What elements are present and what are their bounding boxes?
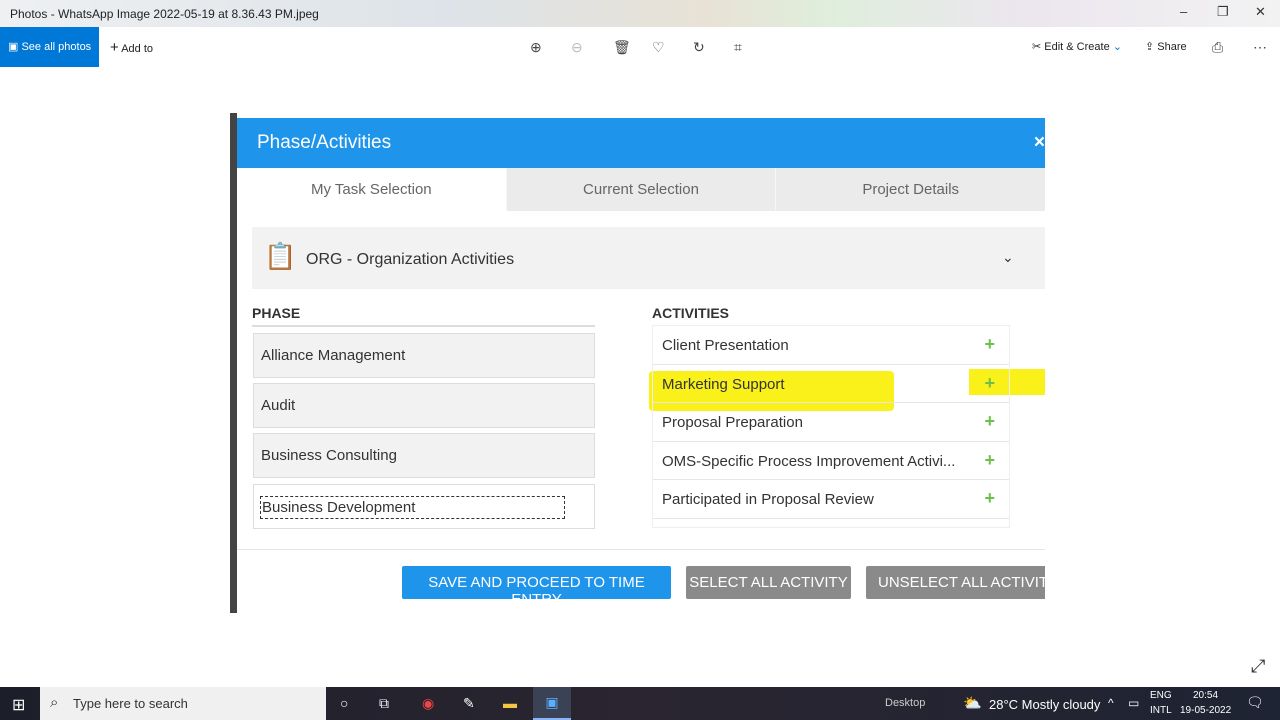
close-icon[interactable]: ✕ [1255, 4, 1266, 20]
activities-heading: ACTIVITIES [652, 305, 730, 321]
share-icon: ⇪ [1145, 41, 1155, 53]
see-all-photos-button[interactable]: ▣ See all photos [0, 27, 99, 67]
heart-icon[interactable]: ♡ [652, 39, 665, 56]
maximize-icon[interactable]: ❐ [1217, 4, 1229, 20]
tab-my-task-selection[interactable]: My Task Selection [237, 168, 506, 211]
activity-label: Participated in Proposal Review [662, 491, 874, 508]
search-placeholder: Type here to search [73, 696, 188, 711]
desktop-toolbar[interactable]: Desktop [885, 697, 925, 709]
plus-icon[interactable]: + [984, 411, 995, 432]
zoom-in-icon[interactable]: ⊕ [530, 39, 542, 56]
language-indicator-layout[interactable]: INTL [1150, 705, 1172, 716]
activity-row[interactable]: Participated in Proposal Review + [653, 480, 1009, 519]
photo-dialog: Phase/Activities × My Task Selection Cur… [230, 113, 1045, 613]
weather-cloud-icon: ⛅ [963, 695, 982, 712]
photos-app-icon[interactable]: ▣ [533, 687, 571, 720]
edit-icon: ✂ [1032, 41, 1042, 53]
plus-icon[interactable]: + [984, 373, 995, 394]
tab-current-selection[interactable]: Current Selection [505, 168, 776, 211]
activity-row[interactable]: OMS-Specific Process Improvement Activi.… [653, 442, 1009, 480]
task-view-icon[interactable]: ⧉ [379, 695, 389, 712]
tab-project-details[interactable]: Project Details [775, 168, 1045, 211]
fullscreen-icon[interactable]: ⤢ [1251, 656, 1265, 677]
project-name: ORG - Organization Activities [306, 251, 515, 268]
edit-create-label: Edit & Create [1044, 41, 1110, 53]
phase-item-selected[interactable]: Business Development [253, 484, 595, 529]
plus-icon[interactable]: + [984, 334, 995, 355]
divider [237, 549, 1045, 550]
weather-text[interactable]: 28°C Mostly cloudy [989, 697, 1100, 712]
select-all-button[interactable]: SELECT ALL ACTIVITY [686, 566, 851, 599]
chrome-icon[interactable]: ◉ [422, 695, 434, 712]
delete-icon[interactable]: 🗑 [613, 39, 631, 56]
dialog-header: Phase/Activities × [237, 118, 1045, 168]
cortana-icon[interactable]: ○ [340, 695, 348, 711]
battery-icon[interactable]: ▭ [1128, 696, 1139, 710]
add-to-label: Add to [121, 43, 154, 55]
chevron-up-icon[interactable]: ^ [1108, 696, 1114, 710]
project-dropdown[interactable]: 📋 ORG - Organization Activities ⌄ [252, 227, 1045, 289]
photos-toolbar: ▣ See all photos + Add to ⊕ ⊖ 🗑 ♡ ↻ ⌗ ✂ … [0, 27, 1280, 67]
phase-item[interactable]: Audit [253, 383, 595, 428]
edit-create-button[interactable]: ✂ Edit & Create ⌄ [1032, 40, 1122, 53]
app-icon[interactable]: ✎ [463, 695, 475, 712]
unselect-all-button[interactable]: UNSELECT ALL ACTIVITY [866, 566, 1045, 599]
activity-row[interactable]: Proposal Preparation + [653, 403, 1009, 442]
print-icon[interactable]: ⎙ [1212, 39, 1223, 56]
language-indicator[interactable]: ENG [1150, 690, 1172, 701]
zoom-out-icon[interactable]: ⊖ [571, 39, 583, 56]
crop-icon[interactable]: ⌗ [734, 39, 742, 56]
activities-list: Client Presentation + Marketing Support + … [652, 325, 1010, 528]
title-bar: Photos - WhatsApp Image 2022-05-19 at 8.… [0, 0, 1280, 27]
add-to-button[interactable]: + Add to [110, 39, 153, 56]
taskbar: ⊞ ⌕ Type here to search ○ ⧉ ◉ ✎ ▬ ▣ Desk… [0, 687, 1280, 720]
phase-heading: PHASE [252, 305, 301, 321]
window-title: Photos - WhatsApp Image 2022-05-19 at 8.… [10, 7, 319, 21]
see-all-label: See all photos [21, 41, 92, 53]
notification-icon[interactable]: 🗨 [1246, 694, 1264, 711]
chevron-down-icon: ⌄ [1002, 249, 1014, 265]
clock-time[interactable]: 20:54 [1193, 690, 1218, 701]
plus-icon[interactable]: + [984, 488, 995, 509]
activity-label: Client Presentation [662, 337, 789, 354]
phase-item[interactable]: Business Consulting [253, 433, 595, 478]
clipboard-chart-icon: 📋 [264, 241, 297, 271]
share-button[interactable]: ⇪ Share [1145, 40, 1187, 53]
photos-icon: ▣ [8, 41, 19, 53]
activity-row[interactable]: Marketing Support + [653, 365, 1009, 403]
activity-label: Marketing Support [662, 375, 785, 393]
search-icon: ⌕ [50, 694, 59, 711]
activity-row[interactable]: Client Presentation + [653, 326, 1009, 365]
share-label: Share [1157, 41, 1187, 53]
chevron-down-icon: ⌄ [1112, 41, 1122, 53]
rotate-icon[interactable]: ↻ [693, 39, 705, 56]
close-icon[interactable]: × [1034, 132, 1045, 154]
divider [252, 325, 595, 327]
activity-label: OMS-Specific Process Improvement Activi.… [662, 452, 956, 470]
minimize-icon[interactable]: – [1180, 4, 1187, 19]
activity-label: Proposal Preparation [662, 414, 803, 431]
file-explorer-icon[interactable]: ▬ [503, 695, 517, 711]
plus-icon: + [110, 39, 119, 56]
tab-bar: My Task Selection Current Selection Proj… [237, 168, 1045, 211]
phase-label: Business Development [260, 496, 565, 519]
save-proceed-button[interactable]: SAVE AND PROCEED TO TIME ENTRY [402, 566, 671, 608]
plus-icon[interactable]: + [984, 450, 995, 471]
taskbar-search[interactable]: ⌕ Type here to search [40, 687, 326, 720]
dialog-title: Phase/Activities [257, 132, 392, 153]
windows-start-icon[interactable]: ⊞ [12, 695, 25, 715]
phase-item[interactable]: Alliance Management [253, 333, 595, 378]
clock-date[interactable]: 19-05-2022 [1180, 705, 1231, 716]
more-icon[interactable]: ⋯ [1253, 39, 1267, 56]
